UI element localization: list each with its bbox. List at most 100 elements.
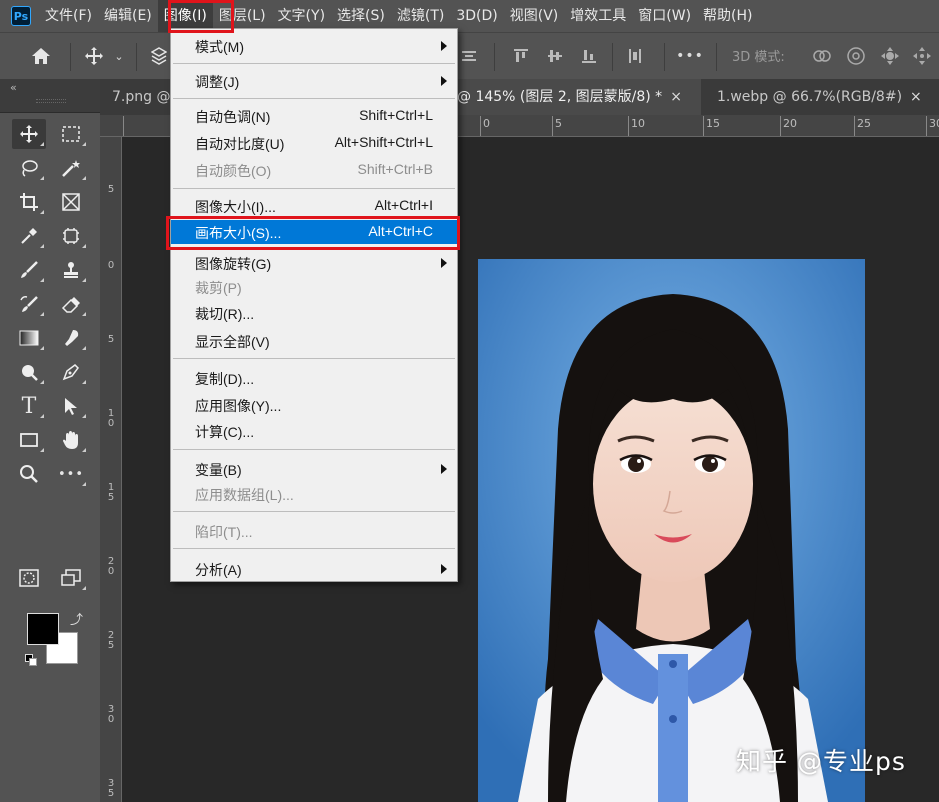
menu-item-label: 图像旋转(G) [195, 256, 272, 272]
menu-help[interactable]: 帮助(H) [697, 0, 758, 32]
hand-icon [63, 431, 78, 449]
divider [612, 43, 613, 71]
divider [494, 43, 495, 71]
menu-item-mode[interactable]: 模式(M) [171, 34, 457, 58]
foreground-color-swatch[interactable] [27, 613, 59, 645]
more-tools-icon[interactable]: ••• [54, 459, 88, 489]
menu-item-duplicate[interactable]: 复制(D)... [171, 366, 457, 390]
menu-item-apply-image[interactable]: 应用图像(Y)... [171, 393, 457, 417]
tab-1webp[interactable]: 1.webp @ 66.7%(RGB/8#) × [705, 79, 935, 115]
move-tool[interactable] [12, 119, 46, 149]
menu-item-label: 图像大小(I)... [195, 199, 276, 215]
align-bottom-icon[interactable] [578, 45, 600, 67]
3d-roll-icon[interactable] [844, 45, 868, 67]
ruler-label: 0 [107, 260, 115, 271]
distribute-vertical-icon[interactable] [624, 45, 646, 67]
quick-mask-button[interactable] [12, 563, 46, 593]
annotation-highlight-canvas-size [166, 216, 460, 250]
menu-item-auto-tone[interactable]: 自动色调(N) Shift+Ctrl+L [171, 104, 457, 128]
toolbar-header: « [0, 79, 100, 113]
lasso-tool[interactable] [12, 153, 46, 183]
menu-file[interactable]: 文件(F) [39, 0, 98, 32]
layers-icon[interactable] [148, 45, 170, 67]
ruler-label: 30 [929, 117, 939, 130]
menu-item-label: 应用数据组(L)... [195, 487, 294, 503]
menu-item-image-size[interactable]: 图像大小(I)... Alt+Ctrl+I [171, 194, 457, 218]
brush-icon [21, 261, 38, 278]
menu-item-label: 显示全部(V) [195, 334, 270, 350]
eraser-tool[interactable] [54, 289, 88, 319]
menu-item-analysis[interactable]: 分析(A) [171, 557, 457, 581]
3d-orbit-icon[interactable] [810, 45, 834, 67]
menu-item-crop: 裁剪(P) [171, 275, 457, 299]
menu-item-adjustments[interactable]: 调整(J) [171, 69, 457, 93]
menu-item-apply-data-set: 应用数据组(L)... [171, 482, 457, 506]
smudge-icon [65, 330, 79, 346]
menu-item-image-rotation[interactable]: 图像旋转(G) [171, 251, 457, 275]
menu-separator [173, 548, 455, 549]
menu-item-variables[interactable]: 变量(B) [171, 457, 457, 481]
default-colors-icon[interactable] [25, 654, 37, 666]
menu-item-auto-contrast[interactable]: 自动对比度(U) Alt+Shift+Ctrl+L [171, 131, 457, 155]
ruler-label: 1 0 [107, 408, 115, 429]
tab-label: 1.webp @ 66.7%(RGB/8#) [717, 89, 903, 105]
swap-colors-icon[interactable]: ⤴ [70, 609, 83, 628]
menu-item-calculations[interactable]: 计算(C)... [171, 419, 457, 443]
history-brush-tool[interactable] [12, 289, 46, 319]
3d-pan-icon[interactable] [878, 45, 902, 67]
zoom-tool[interactable] [12, 459, 46, 489]
divider [664, 43, 665, 71]
hand-tool[interactable] [54, 425, 88, 455]
smudge-tool[interactable] [54, 323, 88, 353]
pen-tool[interactable] [54, 357, 88, 387]
collapse-icon[interactable]: « [10, 81, 17, 94]
close-icon[interactable]: × [670, 89, 682, 105]
3d-mode-label: 3D 模式: [732, 50, 785, 65]
more-options-icon[interactable]: ••• [676, 45, 703, 67]
submenu-arrow-icon [441, 464, 447, 474]
frame-tool[interactable] [54, 187, 88, 217]
brush-tool[interactable] [12, 255, 46, 285]
menu-window[interactable]: 窗口(W) [632, 0, 697, 32]
menu-item-trim[interactable]: 裁切(R)... [171, 301, 457, 325]
rectangle-tool[interactable] [12, 425, 46, 455]
3d-slide-icon[interactable] [910, 45, 934, 67]
chevron-down-icon[interactable]: ⌄ [112, 45, 126, 67]
align-top-icon[interactable] [510, 45, 532, 67]
healing-brush-tool[interactable] [54, 221, 88, 251]
vertical-ruler[interactable]: 5 0 5 1 0 1 5 2 0 2 5 3 0 3 5 [100, 137, 122, 802]
history-brush-icon [20, 296, 38, 312]
gradient-tool[interactable] [12, 323, 46, 353]
dodge-tool[interactable] [12, 357, 46, 387]
menu-view[interactable]: 视图(V) [504, 0, 565, 32]
magic-wand-tool[interactable] [54, 153, 88, 183]
ruler-label: 5 [107, 184, 115, 195]
tab-label: 7.png @ [112, 89, 171, 105]
crop-icon [20, 193, 38, 211]
close-icon[interactable]: × [910, 89, 922, 105]
crop-tool[interactable] [12, 187, 46, 217]
align-middle-icon[interactable] [544, 45, 566, 67]
home-icon[interactable] [28, 45, 54, 67]
marquee-tool[interactable] [54, 119, 88, 149]
menu-item-label: 自动颜色(O) [195, 163, 272, 179]
options-bar: ⌄ ••• 3D 模式: [0, 32, 939, 79]
screen-mode-button[interactable] [54, 563, 88, 593]
eyedropper-tool[interactable] [12, 221, 46, 251]
type-tool[interactable]: T [12, 391, 46, 421]
menu-item-shortcut: Shift+Ctrl+B [357, 161, 433, 177]
move-tool-icon[interactable] [80, 45, 108, 67]
menu-item-reveal-all[interactable]: 显示全部(V) [171, 329, 457, 353]
distribute-center-icon[interactable] [458, 45, 480, 67]
tab-layer2-doc[interactable]: @ 145% (图层 2, 图层蒙版/8) * × [445, 79, 701, 115]
document-image[interactable] [478, 259, 865, 802]
grip-handle[interactable] [36, 99, 66, 103]
menu-3d[interactable]: 3D(D) [450, 0, 503, 32]
menu-edit[interactable]: 编辑(E) [98, 0, 158, 32]
ruler-label: 25 [857, 117, 871, 130]
path-selection-tool[interactable] [54, 391, 88, 421]
clone-stamp-tool[interactable] [54, 255, 88, 285]
menu-plugins[interactable]: 增效工具 [564, 0, 632, 32]
divider [136, 43, 137, 71]
menu-item-trap: 陷印(T)... [171, 519, 457, 543]
